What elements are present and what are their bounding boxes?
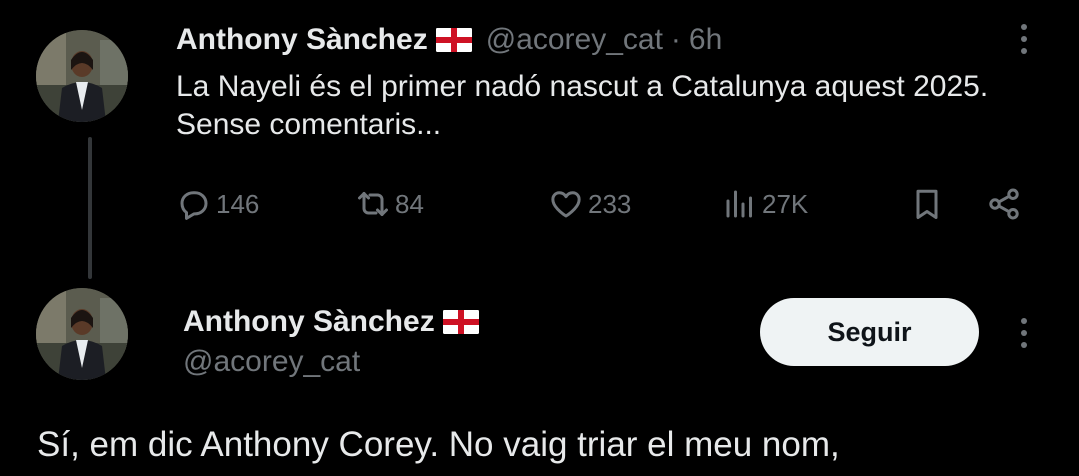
more-icon[interactable] [1019,24,1029,54]
reply-button[interactable]: 146 [176,184,259,224]
views-icon [722,186,758,222]
england-flag-icon [442,310,479,334]
avatar[interactable] [36,30,128,122]
repost-count: 84 [395,188,424,219]
reply-icon [176,186,212,222]
reply-count: 146 [216,188,260,219]
views-button[interactable]: 27K [722,184,808,224]
author-name[interactable]: Anthony Sànchez [176,23,428,57]
share-button[interactable] [986,184,1022,224]
like-count: 233 [588,188,632,219]
bookmark-icon [909,186,945,222]
more-icon[interactable] [1019,318,1029,348]
bookmark-button[interactable] [909,184,945,224]
follow-button[interactable]: Seguir [760,298,979,366]
share-icon [986,186,1022,222]
author-handle[interactable]: @acorey_cat [486,23,663,57]
separator: · [670,23,681,56]
avatar[interactable] [36,288,128,380]
timestamp[interactable]: 6h [689,23,722,57]
author-handle[interactable]: @acorey_cat [183,345,360,379]
reply-author: Anthony Sànchez [183,305,479,339]
tweet-text: La Nayeli és el primer nadó nascut a Cat… [176,70,989,141]
reply-text: Sí, em dic Anthony Corey. No vaig triar … [37,425,840,464]
author-name[interactable]: Anthony Sànchez [183,305,435,339]
like-button[interactable]: 233 [548,184,631,224]
repost-icon [355,186,391,222]
views-count: 27K [762,188,809,219]
tweet-header: Anthony Sànchez @acorey_cat · 6h [176,20,722,60]
heart-icon [548,186,584,222]
england-flag-icon [435,28,472,52]
repost-button[interactable]: 84 [355,184,424,224]
thread-line [88,137,92,279]
